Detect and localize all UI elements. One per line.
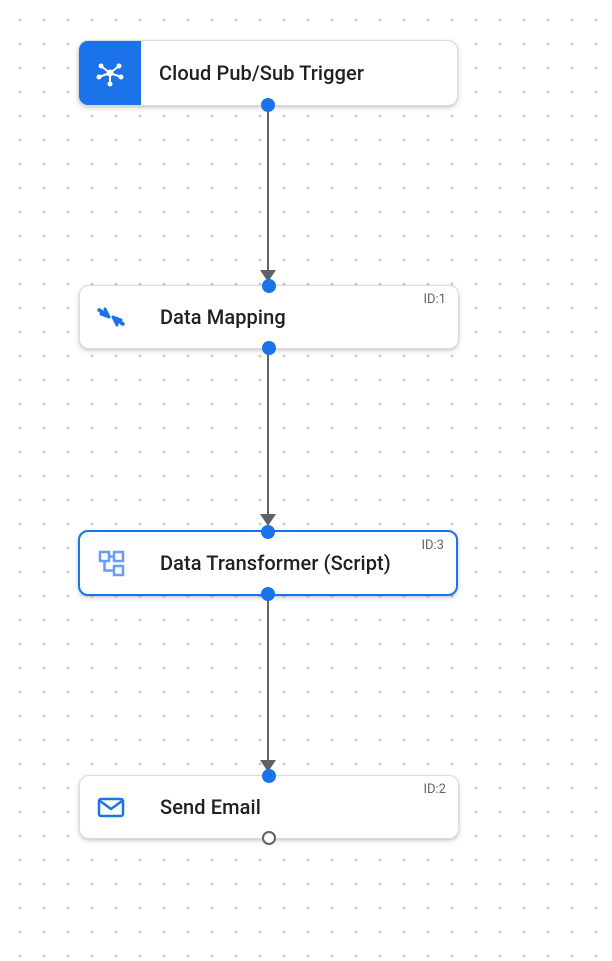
output-port[interactable] (262, 341, 276, 355)
connector-line (267, 600, 269, 762)
pubsub-hub-icon (79, 41, 141, 105)
node-id-label: ID:1 (423, 292, 446, 307)
node-id-label: ID:2 (423, 782, 446, 797)
node-id-label: ID:3 (421, 538, 444, 553)
node-label: Data Mapping (142, 305, 286, 329)
input-port[interactable] (261, 525, 275, 539)
envelope-icon (80, 776, 142, 838)
connector-line (267, 354, 269, 516)
node-data-transformer[interactable]: ID:3 Data Transformer (Script) (78, 530, 458, 596)
input-port[interactable] (262, 279, 276, 293)
node-data-mapping[interactable]: ID:1 Data Mapping (79, 285, 459, 349)
node-send-email[interactable]: ID:2 Send Email (79, 775, 459, 839)
node-pubsub-trigger[interactable]: Cloud Pub/Sub Trigger (78, 40, 458, 106)
workflow-canvas[interactable]: Cloud Pub/Sub Trigger ID:1 Data Mapping … (0, 0, 612, 961)
input-port[interactable] (262, 769, 276, 783)
connector-line (267, 108, 269, 272)
sitemap-icon (80, 532, 142, 594)
converge-arrows-icon (80, 286, 142, 348)
output-port[interactable] (261, 98, 275, 112)
output-port[interactable] (262, 831, 276, 845)
output-port[interactable] (261, 587, 275, 601)
node-label: Data Transformer (Script) (142, 551, 391, 575)
node-label: Send Email (142, 795, 261, 819)
node-label: Cloud Pub/Sub Trigger (141, 61, 364, 85)
